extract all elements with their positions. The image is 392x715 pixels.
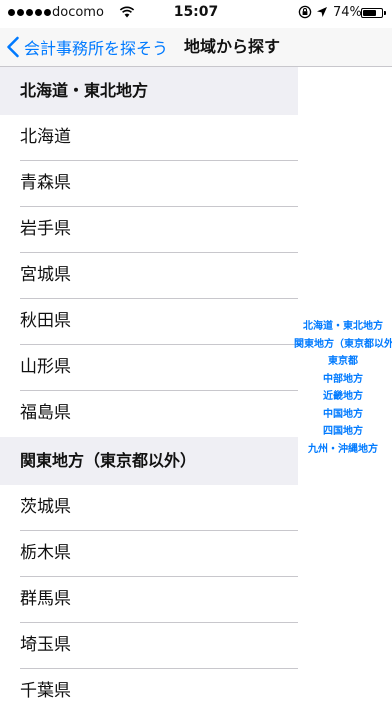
list-item-label: 秋田県 — [20, 311, 71, 331]
navigation-bar: 会計事務所を探そう 地域から探す — [0, 28, 392, 67]
list-item-label: 青森県 — [20, 173, 71, 193]
list-item-label: 群馬県 — [20, 589, 71, 609]
list-item[interactable]: 岩手県 — [0, 207, 298, 253]
battery-percent: 74% — [333, 5, 362, 20]
list-item-label: 山形県 — [20, 357, 71, 377]
battery-icon — [361, 8, 383, 18]
status-bar: docomo 15:07 74% — [0, 0, 392, 28]
section-index-item[interactable]: 中部地方 — [294, 371, 392, 389]
location-arrow-icon — [317, 7, 327, 17]
list-item[interactable]: 福島県 — [0, 391, 298, 437]
list-item[interactable]: 茨城県 — [0, 485, 298, 531]
list-item-label: 埼玉県 — [20, 635, 71, 655]
list-item-label: 茨城県 — [20, 497, 71, 517]
list-item[interactable]: 群馬県 — [0, 577, 298, 623]
battery-tip — [384, 11, 386, 15]
list-item-label: 岩手県 — [20, 219, 71, 239]
list-item[interactable]: 北海道 — [0, 115, 298, 161]
orientation-lock-icon — [298, 5, 312, 19]
section-header: 関東地方（東京都以外） — [0, 437, 298, 485]
list-item[interactable]: 栃木県 — [0, 531, 298, 577]
list-item-label: 千葉県 — [20, 681, 71, 701]
list-item-label: 北海道 — [20, 127, 71, 147]
back-button[interactable]: 会計事務所を探そう — [6, 28, 168, 66]
section-index: 北海道・東北地方 関東地方（東京都以外） 東京都 中部地方 近畿地方 中国地方 … — [294, 318, 392, 458]
region-list: 北海道・東北地方 北海道 青森県 岩手県 宮城県 秋田県 山形県 福島県 関東地… — [0, 67, 298, 715]
battery-level — [363, 10, 377, 16]
page-title: 地域から探す — [184, 37, 281, 56]
section-index-item[interactable]: 東京都 — [294, 353, 392, 371]
section-index-item[interactable]: 四国地方 — [294, 423, 392, 441]
list-item[interactable]: 山形県 — [0, 345, 298, 391]
list-item[interactable]: 宮城県 — [0, 253, 298, 299]
list-item-label: 栃木県 — [20, 543, 71, 563]
list-item-label: 福島県 — [20, 403, 71, 423]
section-index-item[interactable]: 北海道・東北地方 — [294, 318, 392, 336]
list-item[interactable]: 埼玉県 — [0, 623, 298, 669]
section-header: 北海道・東北地方 — [0, 67, 298, 115]
list-item[interactable]: 千葉県 — [0, 669, 298, 715]
section-index-item[interactable]: 九州・沖縄地方 — [294, 441, 392, 459]
section-index-item[interactable]: 中国地方 — [294, 406, 392, 424]
list-item[interactable]: 秋田県 — [0, 299, 298, 345]
back-button-label: 会計事務所を探そう — [24, 39, 169, 58]
list-item-label: 宮城県 — [20, 265, 71, 285]
section-index-item[interactable]: 関東地方（東京都以外） — [294, 336, 392, 354]
list-item[interactable]: 青森県 — [0, 161, 298, 207]
chevron-left-icon — [7, 36, 19, 58]
section-index-item[interactable]: 近畿地方 — [294, 388, 392, 406]
